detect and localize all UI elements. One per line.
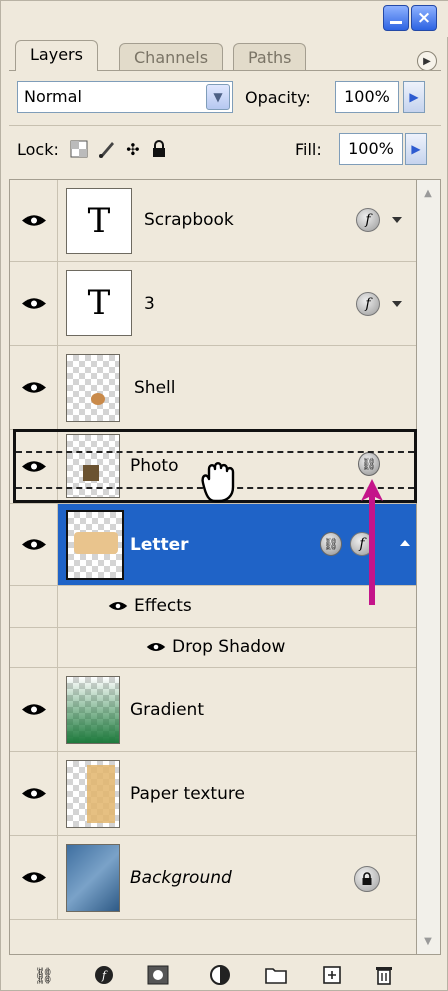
blend-mode-select[interactable]: Normal ▼ [17,81,233,113]
eye-icon [21,215,46,226]
row-divider [9,125,441,126]
panel-menu-button[interactable]: ▶ [417,51,437,71]
layer-effects-icon[interactable]: f [356,208,380,232]
panel-tabs: Layers Channels Paths ▶ [9,37,441,71]
lock-all-icon[interactable] [149,139,169,159]
visibility-toggle[interactable] [10,180,58,261]
close-button[interactable]: × [411,5,437,31]
collapse-arrow-icon[interactable] [400,540,410,546]
trash-icon[interactable] [371,963,397,987]
eye-icon[interactable] [146,641,166,653]
drag-direction-arrow [361,479,383,605]
blend-row: Normal ▼ Opacity: 100% ▶ [9,79,441,117]
layer-thumbnail [66,676,120,744]
drop-shadow-label[interactable]: Drop Shadow [172,637,285,657]
chevron-down-icon[interactable]: ▼ [206,84,230,110]
layers-panel: × Layers Channels Paths ▶ Normal ▼ Opaci… [0,0,448,991]
layer-row-selected[interactable]: Letter ⛓ f [10,504,416,586]
eye-icon [21,382,46,393]
arrow-right-icon: ▶ [409,90,419,104]
visibility-toggle[interactable] [10,752,58,835]
layer-row[interactable]: Background [10,836,416,920]
visibility-toggle[interactable] [10,346,58,429]
adjustment-layer-icon[interactable] [207,963,233,987]
opacity-input[interactable]: 100% [335,81,399,113]
eye-icon [21,872,46,883]
visibility-toggle[interactable] [10,262,58,345]
layer-thumbnail [66,760,120,828]
layers-list: T Scrapbook f T 3 f Shell Photo ⛓ Letter… [9,179,417,955]
layer-row[interactable]: Shell [10,346,416,430]
lock-row: Lock: ✣ Fill: 100% ▶ [9,131,441,169]
menu-arrow-icon: ▶ [423,55,431,67]
effects-row[interactable]: Effects [10,586,416,628]
layers-toolbar: ⛓ f [9,961,441,989]
tab-channels[interactable]: Channels [119,43,224,71]
layer-row[interactable]: Paper texture [10,752,416,836]
tab-layers[interactable]: Layers [15,40,98,71]
visibility-toggle[interactable] [10,504,58,585]
minimize-icon [390,20,402,24]
blend-mode-value: Normal [24,87,82,106]
scroll-down-icon[interactable]: ▼ [419,932,437,950]
layer-mask-icon[interactable] [145,963,171,987]
eye-icon [21,704,46,715]
tab-paths[interactable]: Paths [233,43,307,71]
opacity-slider-button[interactable]: ▶ [403,81,425,113]
eye-icon[interactable] [108,600,128,612]
effects-label[interactable]: Effects [134,596,192,616]
drag-dashed-line [16,451,414,453]
eye-icon [21,788,46,799]
lock-transparency-icon[interactable] [69,139,89,159]
layer-style-icon[interactable]: f [91,963,117,987]
link-icon[interactable]: ⛓ [320,532,342,556]
layer-thumbnail [66,354,120,422]
layer-name[interactable]: Letter [130,535,189,555]
new-group-icon[interactable] [263,963,289,987]
visibility-toggle[interactable] [10,836,58,919]
eye-icon [21,539,46,550]
layer-name[interactable]: 3 [144,294,155,314]
fill-slider-button[interactable]: ▶ [405,133,427,165]
layer-name[interactable]: Shell [134,378,175,398]
layer-thumbnail: T [66,270,132,336]
layer-name[interactable]: Scrapbook [144,210,234,230]
layer-name[interactable]: Paper texture [130,784,245,804]
opacity-label: Opacity: [245,88,311,107]
layer-thumbnail: T [66,188,132,254]
lock-icon [354,866,380,892]
layer-thumbnail [66,844,120,912]
panel-titlebar: × [1,1,448,37]
layer-row[interactable]: T 3 f [10,262,416,346]
scroll-up-icon[interactable]: ▲ [419,184,437,202]
lock-move-icon[interactable]: ✣ [123,139,143,159]
layer-name[interactable]: Background [130,868,232,888]
layer-row[interactable]: Gradient [10,668,416,752]
layers-scrollbar[interactable]: ▲ ▼ [417,179,441,955]
arrow-right-icon: ▶ [411,142,421,156]
minimize-button[interactable] [383,5,409,31]
eye-column [10,628,58,667]
visibility-toggle[interactable] [10,668,58,751]
layer-effects-icon[interactable]: f [356,292,380,316]
grab-hand-cursor-icon [201,462,235,503]
close-icon: × [416,7,432,28]
lock-label: Lock: [17,140,59,159]
eye-icon [21,298,46,309]
new-layer-icon[interactable] [319,963,345,987]
link-layers-icon[interactable]: ⛓ [31,963,57,987]
expand-arrow-icon[interactable] [392,301,402,307]
fill-label: Fill: [295,140,322,159]
layer-name[interactable]: Gradient [130,700,204,720]
fill-input[interactable]: 100% [339,133,403,165]
layer-thumbnail [66,510,124,580]
eye-column [10,586,58,627]
effect-row[interactable]: Drop Shadow [10,628,416,668]
lock-paint-icon[interactable] [97,139,117,159]
layer-row[interactable]: T Scrapbook f [10,180,416,262]
expand-arrow-icon[interactable] [392,217,402,223]
